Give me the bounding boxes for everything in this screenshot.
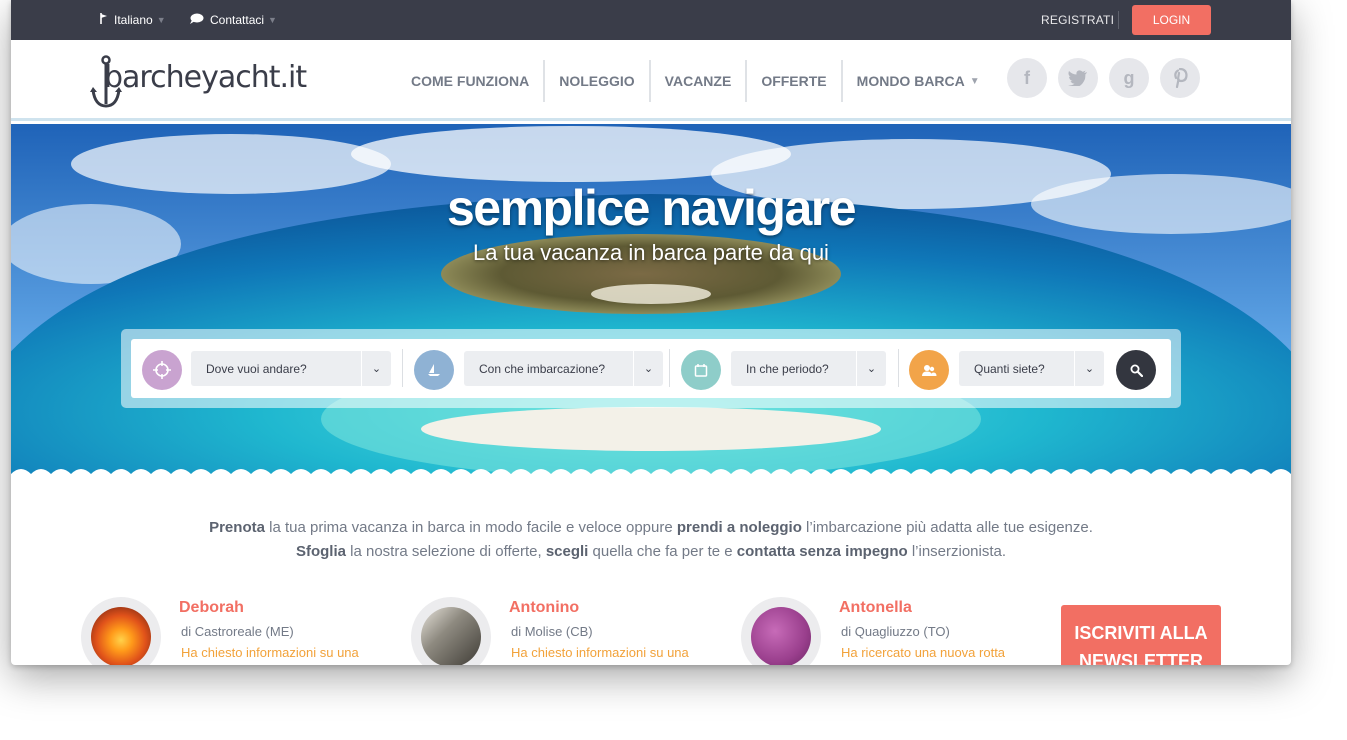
newsletter-line-1: ISCRIVITI ALLA [1074,623,1208,643]
nav-label: VACANZE [664,73,732,89]
nav-label: NOLEGGIO [559,73,635,89]
pinterest-icon[interactable] [1160,58,1200,98]
facebook-glyph: f [1024,67,1030,88]
intro-text-span: quella che fa per te e [588,543,737,560]
google-glyph: g [1123,67,1135,88]
search-divider [898,349,899,387]
nav-item-noleggio[interactable]: NOLEGGIO [543,60,648,102]
pinterest-p-icon [1174,68,1188,88]
avatar [91,607,151,665]
intro-bold: contatta senza impegno [736,543,908,560]
nav-item-vacanze[interactable]: VACANZE [648,60,746,102]
search-divider [669,349,670,387]
nav-item-come-funziona[interactable]: COME FUNZIONA [403,60,543,102]
avatar-porthole [411,597,491,665]
intro-bold: Sfoglia [295,543,346,560]
people-label: Quanti siete? [974,361,1045,376]
calendar-icon [681,350,721,390]
testimonial-action: Ha chiesto informazioni su una [181,645,359,660]
flag-icon [98,13,108,27]
boat-select[interactable]: Con che imbarcazione? ⌄ [464,351,663,386]
top-bar: Italiano ▼ Contattaci ▼ REGISTRATI LOGIN [11,0,1291,40]
search-divider [402,349,403,387]
testimonial-place: di Quagliuzzo (TO) [841,624,950,639]
avatar [751,607,811,665]
logo-text: barcheyacht.it [104,60,307,95]
intro-text-span: la nostra selezione di offerte, [345,543,546,560]
newsletter-line-2: NEWSLETTER [1079,651,1203,665]
destination-label: Dove vuoi andare? [206,361,307,376]
nav-label: MONDO BARCA [856,73,965,89]
chevron-down-icon: ⌄ [361,351,391,386]
intro-line-1: Prenota la tua prima vacanza in barca in… [11,516,1291,540]
testimonial-name: Antonino [509,599,580,616]
google-plus-icon[interactable]: g [1109,58,1149,98]
testimonial-action: Ha chiesto informazioni su una [511,645,689,660]
avatar-porthole [81,597,161,665]
people-icon [909,350,949,390]
boat-label: Con che imbarcazione? [479,361,606,376]
main-nav: COME FUNZIONA NOLEGGIO VACANZE OFFERTE M… [403,60,994,102]
twitter-icon[interactable] [1058,58,1098,98]
search-bar: Dove vuoi andare? ⌄ Con che imbarcazione… [121,329,1181,408]
compass-icon [142,350,182,390]
search-bar-inner: Dove vuoi andare? ⌄ Con che imbarcazione… [131,339,1171,398]
login-button[interactable]: LOGIN [1132,5,1211,35]
chevron-down-icon: ▼ [156,15,166,25]
chevron-down-icon: ⌄ [1074,351,1104,386]
period-select[interactable]: In che periodo? ⌄ [731,351,886,386]
topbar-divider [1118,11,1119,29]
intro-bold: Prenota [209,519,265,536]
browser-window: Italiano ▼ Contattaci ▼ REGISTRATI LOGIN… [11,0,1291,665]
search-icon [1130,364,1143,377]
testimonial-action: Ha ricercato una nuova rotta [841,645,1006,660]
people-select[interactable]: Quanti siete? ⌄ [959,351,1104,386]
testimonial-place: di Molise (CB) [511,624,593,639]
contact-label: Contattaci [210,13,265,27]
intro-bold: scegli [545,543,589,560]
chevron-down-icon: ▼ [268,15,277,25]
avatar [421,607,481,665]
period-label: In che periodo? [746,361,829,376]
register-link[interactable]: REGISTRATI [1041,0,1114,40]
testimonial-name: Deborah [179,599,244,616]
logo[interactable]: barcheyacht.it [89,54,329,110]
intro-text-span: l’imbarcazione più adatta alle tue esige… [801,519,1093,536]
language-label: Italiano [114,13,153,27]
search-button[interactable] [1116,350,1156,390]
intro-text: Prenota la tua prima vacanza in barca in… [11,516,1291,564]
chat-bubble-icon [189,13,204,28]
chevron-down-icon: ⌄ [633,351,663,386]
chevron-down-icon: ▼ [969,75,980,87]
avatar-porthole [741,597,821,665]
intro-bold: prendi a noleggio [676,519,802,536]
facebook-icon[interactable]: f [1007,58,1047,98]
site-header: barcheyacht.it COME FUNZIONA NOLEGGIO VA… [11,40,1291,121]
sailboat-icon [414,350,454,390]
nav-item-offerte[interactable]: OFFERTE [745,60,840,102]
nav-item-mondo-barca[interactable]: MONDO BARCA ▼ [840,60,994,102]
nav-label: COME FUNZIONA [411,73,530,89]
newsletter-button[interactable]: ISCRIVITI ALLA NEWSLETTER [1061,605,1221,665]
intro-line-2: Sfoglia la nostra selezione di offerte, … [11,540,1291,564]
hero-subtitle: La tua vacanza in barca parte da qui [473,240,829,265]
contact-menu[interactable]: Contattaci ▼ [189,0,277,40]
destination-select[interactable]: Dove vuoi andare? ⌄ [191,351,391,386]
twitter-bird-icon [1068,70,1087,86]
testimonial-place: di Castroreale (ME) [181,624,294,639]
hero-island-image [11,124,1291,484]
hero-banner: semplice navigare La tua vacanza in barc… [11,124,1291,484]
nav-label: OFFERTE [761,73,827,89]
intro-text-span: l’inserzionista. [907,543,1007,560]
hero-title: semplice navigare [446,180,857,236]
testimonial-name: Antonella [839,599,912,616]
intro-text-span: la tua prima vacanza in barca in modo fa… [264,519,677,536]
language-selector[interactable]: Italiano ▼ [98,0,166,40]
chevron-down-icon: ⌄ [856,351,886,386]
